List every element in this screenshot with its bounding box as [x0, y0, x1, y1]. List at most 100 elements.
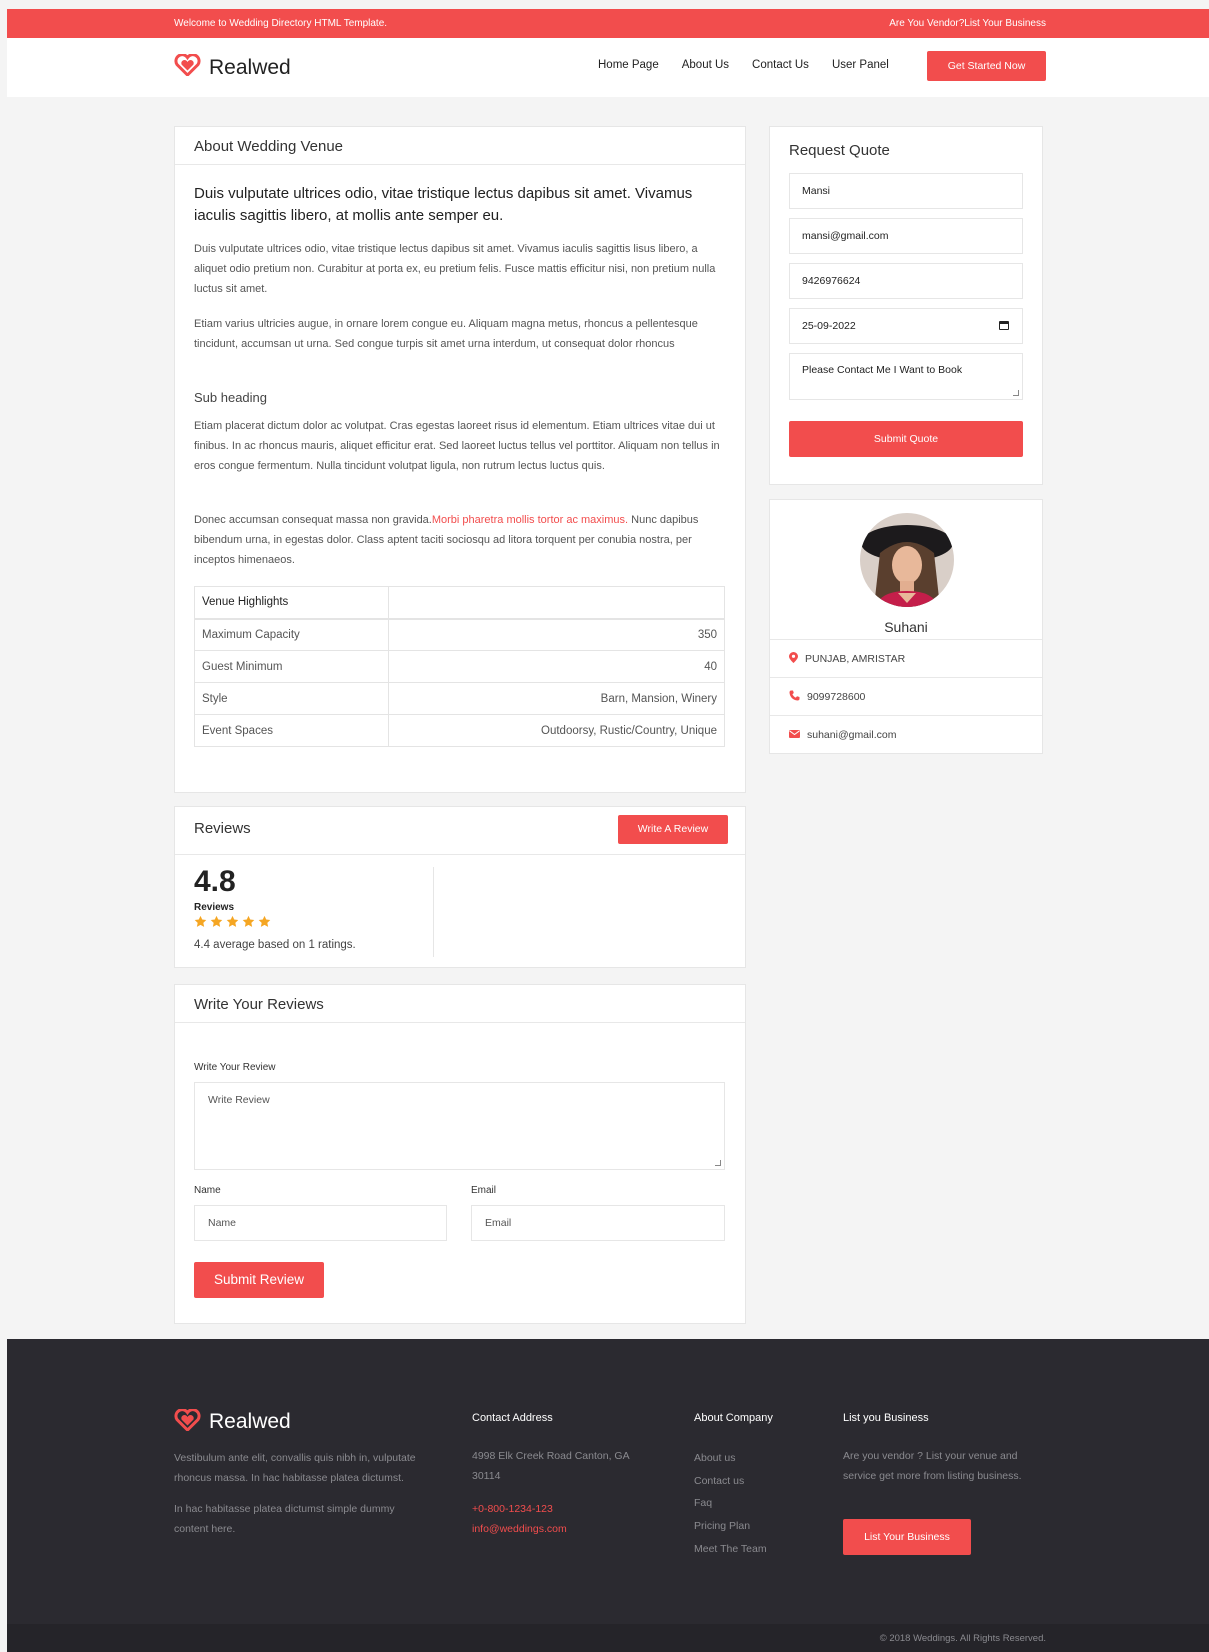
avatar	[860, 513, 954, 607]
logo[interactable]: Realwed	[174, 53, 291, 81]
footer-link-team[interactable]: Meet The Team	[694, 1543, 767, 1555]
vendor-location-row: PUNJAB, AMRISTAR	[770, 639, 1042, 677]
table-row: Guest Minimum 40	[194, 650, 725, 683]
rating-score: 4.8	[194, 865, 236, 898]
review-textarea[interactable]: Write Review	[194, 1082, 725, 1170]
about-venue-card: About Wedding Venue Duis vulputate ultri…	[174, 126, 746, 793]
resize-handle-icon[interactable]	[1013, 390, 1019, 396]
email-input[interactable]: Email	[471, 1205, 725, 1241]
about-paragraph-2: Etiam varius ultricies augue, in ornare …	[194, 318, 698, 350]
quote-name-input[interactable]: Mansi	[789, 173, 1023, 209]
footer-logo[interactable]: Realwed	[174, 1408, 291, 1434]
email-label: Email	[471, 1185, 497, 1196]
vendor-name: Suhani	[884, 619, 928, 635]
write-review-card: Write Your Reviews Write Your Review Wri…	[174, 984, 746, 1324]
about-lead: Duis vulputate ultrices odio, vitae tris…	[194, 185, 693, 224]
resize-handle-icon[interactable]	[715, 1160, 721, 1166]
footer-email[interactable]: info@weddings.com	[472, 1519, 567, 1539]
request-quote-card: Request Quote Mansi mansi@gmail.com 9426…	[769, 126, 1043, 485]
star-icon	[194, 915, 207, 927]
star-icon	[226, 915, 239, 927]
write-review-button[interactable]: Write A Review	[618, 815, 728, 844]
table-header-empty	[388, 586, 725, 620]
table-header-row: Venue Highlights	[194, 586, 725, 620]
highlight-value: Outdoorsy, Rustic/Country, Unique	[388, 714, 725, 747]
footer-list-title: List you Business	[843, 1412, 929, 1424]
get-started-button[interactable]: Get Started Now	[927, 51, 1046, 81]
submit-quote-button[interactable]: Submit Quote	[789, 421, 1023, 457]
quote-date-value: 25-09-2022	[802, 320, 856, 332]
footer-contact-title: Contact Address	[472, 1412, 553, 1424]
table-header-cell: Venue Highlights	[194, 586, 389, 620]
submit-review-button[interactable]: Submit Review	[194, 1262, 324, 1298]
footer-company-title: About Company	[694, 1412, 773, 1424]
reviews-header: Reviews Write A Review	[175, 807, 745, 855]
footer-phone[interactable]: +0-800-1234-123	[472, 1499, 553, 1519]
footer-link-pricing[interactable]: Pricing Plan	[694, 1520, 750, 1532]
about-paragraph-1: Duis vulputate ultrices odio, vitae tris…	[194, 243, 716, 295]
footer-brand-name: Realwed	[209, 1409, 291, 1433]
inline-link[interactable]: Morbi pharetra mollis tortor ac maximus.	[432, 514, 628, 526]
vendor-phone: 9099728600	[807, 690, 866, 703]
nav-about[interactable]: About Us	[682, 59, 729, 71]
table-row: Event Spaces Outdoorsy, Rustic/Country, …	[194, 714, 725, 747]
top-bar: Welcome to Wedding Directory HTML Templa…	[7, 9, 1209, 38]
rating-label: Reviews	[194, 902, 235, 913]
footer-link-faq[interactable]: Faq	[694, 1497, 712, 1509]
list-business-button[interactable]: List Your Business	[843, 1519, 971, 1555]
about-paragraph-3: Etiam placerat dictum dolor ac volutpat.…	[194, 420, 720, 472]
quote-phone-input[interactable]: 9426976624	[789, 263, 1023, 299]
footer-about-2: In hac habitasse platea dictumst simple …	[174, 1503, 395, 1535]
copyright-text: © 2018 Weddings. All Rights Reserved.	[879, 1633, 1046, 1644]
vendor-phone-row: 9099728600	[770, 677, 1042, 715]
review-placeholder: Write Review	[208, 1094, 270, 1106]
nav-contact[interactable]: Contact Us	[752, 59, 809, 71]
reviews-card: Reviews Write A Review 4.8 Reviews 4.4 a…	[174, 806, 746, 968]
footer-address: 4998 Elk Creek Road Canton, GA 30114	[472, 1450, 630, 1482]
footer-link-contact[interactable]: Contact us	[694, 1475, 744, 1487]
main-nav: Home Page About Us Contact Us User Panel	[598, 59, 889, 71]
footer-about-1: Vestibulum ante elit, convallis quis nib…	[174, 1452, 416, 1484]
highlight-value: 40	[388, 650, 725, 683]
vendor-card: Suhani PUNJAB, AMRISTAR 9099728600 suhan…	[769, 499, 1043, 754]
star-icon	[258, 915, 271, 927]
quote-date-input[interactable]: 25-09-2022	[789, 308, 1023, 344]
vendor-location: PUNJAB, AMRISTAR	[805, 652, 906, 665]
about-paragraph-4: Donec accumsan consequat massa non gravi…	[194, 514, 699, 566]
star-rating	[194, 915, 271, 928]
table-row: Style Barn, Mansion, Winery	[194, 682, 725, 715]
welcome-text: Welcome to Wedding Directory HTML Templa…	[174, 18, 388, 29]
name-label: Name	[194, 1185, 221, 1196]
name-input[interactable]: Name	[194, 1205, 447, 1241]
nav-home[interactable]: Home Page	[598, 59, 659, 71]
phone-icon	[789, 690, 800, 704]
nav-user-panel[interactable]: User Panel	[832, 59, 889, 71]
quote-message-textarea[interactable]: Please Contact Me I Want to Book	[789, 353, 1023, 400]
highlight-label: Guest Minimum	[194, 650, 389, 683]
venue-highlights-table: Venue Highlights Maximum Capacity 350 Gu…	[194, 586, 725, 747]
highlight-label: Style	[194, 682, 389, 715]
vendor-link[interactable]: Are You Vendor?List Your Business	[889, 18, 1046, 29]
highlight-value: Barn, Mansion, Winery	[388, 682, 725, 715]
highlight-label: Maximum Capacity	[194, 618, 389, 651]
average-text: 4.4 average based on 1 ratings.	[194, 939, 356, 951]
map-pin-icon	[789, 651, 798, 666]
heart-icon	[174, 1408, 201, 1434]
footer: Realwed Vestibulum ante elit, convallis …	[7, 1339, 1209, 1652]
calendar-icon[interactable]	[999, 321, 1009, 330]
highlight-value: 350	[388, 618, 725, 651]
star-icon	[210, 915, 223, 927]
star-icon	[242, 915, 255, 927]
about-title: About Wedding Venue	[175, 127, 745, 165]
quote-email-input[interactable]: mansi@gmail.com	[789, 218, 1023, 254]
heart-icon	[174, 53, 201, 81]
vendor-email: suhani@gmail.com	[807, 728, 897, 741]
quote-message-value: Please Contact Me I Want to Book	[802, 364, 963, 376]
page: Welcome to Wedding Directory HTML Templa…	[7, 9, 1209, 1652]
vendor-email-row: suhani@gmail.com	[770, 715, 1042, 753]
navbar: Realwed Home Page About Us Contact Us Us…	[7, 38, 1209, 97]
brand-name: Realwed	[209, 55, 291, 79]
highlight-label: Event Spaces	[194, 714, 389, 747]
footer-link-about[interactable]: About us	[694, 1452, 735, 1464]
quote-title: Request Quote	[789, 142, 890, 159]
